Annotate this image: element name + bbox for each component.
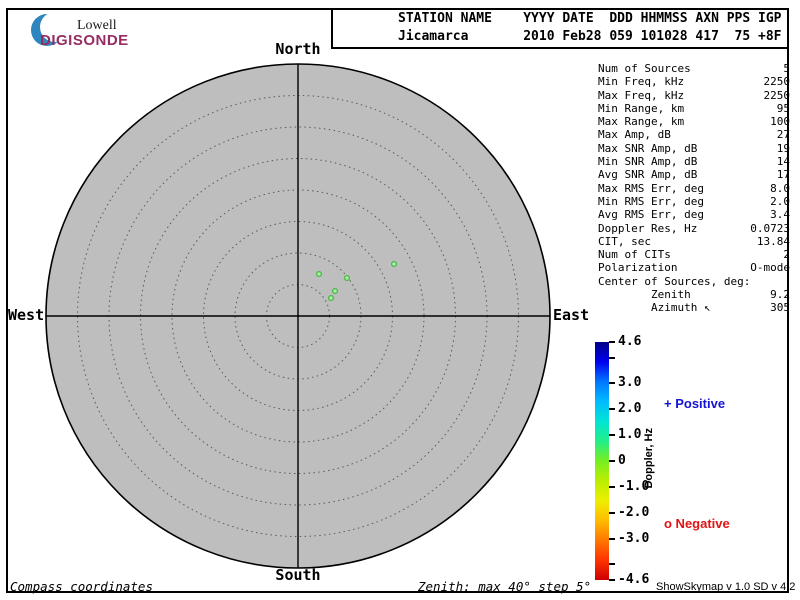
footer-coordinates: Compass coordinates xyxy=(10,579,153,594)
stat-label: Max SNR Amp, dB xyxy=(598,141,698,155)
stat-label: Doppler Res, Hz xyxy=(598,221,698,235)
colorbar-title: Doppler, Hz xyxy=(643,428,655,489)
compass-label-north: North xyxy=(275,40,321,58)
stat-row: Center of Sources, deg: xyxy=(598,275,790,288)
stat-label: Avg RMS Err, deg xyxy=(598,208,704,222)
stat-value: 17 xyxy=(776,168,790,182)
stat-value: 100 xyxy=(770,115,790,129)
stat-row: Min Freq, kHz 2250 xyxy=(598,75,790,88)
stat-row: Doppler Res, Hz 0.0723 xyxy=(598,222,790,235)
colorbar-tick xyxy=(609,434,615,437)
stat-value: 5 xyxy=(783,62,790,75)
legend-positive: + Positive xyxy=(664,396,726,411)
source-point xyxy=(343,274,351,282)
colorbar-tick xyxy=(609,341,615,343)
colorbar-tick-label: -2.0 xyxy=(618,504,650,520)
footer-version: ShowSkymap v 1.0 SD v 4.2 xyxy=(656,581,796,593)
stat-value: 305 xyxy=(770,301,790,315)
stat-value: 9.2 xyxy=(770,288,790,302)
colorbar-tick-label: 1.0 xyxy=(618,427,642,443)
footer-zenith-scale: Zenith: max 40° step 5° xyxy=(418,579,592,594)
stat-value: 19 xyxy=(776,141,790,155)
skymap-plot xyxy=(45,63,551,569)
stat-label: Num of Sources xyxy=(598,62,691,75)
compass-label-west: West xyxy=(8,306,45,324)
stat-value: 8.0 xyxy=(770,181,790,195)
stat-row: Polarization O-mode xyxy=(598,261,790,274)
stat-row: Zenith 9.2 xyxy=(598,288,790,301)
stat-row: Max RMS Err, deg 8.0 xyxy=(598,182,790,195)
colorbar-tick xyxy=(609,579,615,581)
colorbar-tick-label: 2.0 xyxy=(618,401,642,417)
stat-row: Azimuth ↖ 305 xyxy=(598,301,790,314)
stat-label: Avg SNR Amp, dB xyxy=(598,168,698,182)
stat-value: 2 xyxy=(783,248,790,262)
stat-value: 2250 xyxy=(763,88,791,102)
stat-label: CIT, sec xyxy=(598,234,651,248)
stat-label: Min RMS Err, deg xyxy=(598,194,704,208)
stat-label: Max Freq, kHz xyxy=(598,88,685,102)
colorbar-tick xyxy=(609,382,615,385)
stat-value: 2250 xyxy=(763,75,791,89)
stat-label: Azimuth ↖ xyxy=(598,301,711,315)
legend-negative: o Negative xyxy=(664,516,730,531)
stat-label: Num of CITs xyxy=(598,248,671,262)
stat-value: 27 xyxy=(776,128,790,142)
doppler-colorbar xyxy=(595,342,609,580)
stat-label: Center of Sources, deg: xyxy=(598,274,751,288)
stat-value: 2.0 xyxy=(770,194,790,208)
colorbar-tick xyxy=(609,511,615,514)
stat-value: 95 xyxy=(776,101,790,115)
colorbar-tick xyxy=(609,563,615,566)
stat-label: Polarization xyxy=(598,261,678,275)
colorbar-tick-label: 4.6 xyxy=(618,334,642,349)
stat-row: Max Range, km 100 xyxy=(598,115,790,128)
compass-label-east: East xyxy=(553,306,590,324)
stat-label: Min Range, km xyxy=(598,101,685,115)
stat-row: CIT, sec 13.84 xyxy=(598,235,790,248)
stat-value: O-mode xyxy=(750,261,790,275)
stat-label: Max Range, km xyxy=(598,115,685,129)
stat-label: Min SNR Amp, dB xyxy=(598,155,698,169)
stats-panel: Num of Sources 5 Min Freq, kHz 2250 Max Freq… xyxy=(598,62,790,315)
colorbar-tick-label: 3.0 xyxy=(618,375,642,391)
stat-row: Min SNR Amp, dB 14 xyxy=(598,155,790,168)
stat-value: 0.0723 xyxy=(750,221,790,235)
source-point xyxy=(390,260,398,268)
stat-row: Min RMS Err, deg 2.0 xyxy=(598,195,790,208)
colorbar-tick xyxy=(609,408,615,411)
stat-row: Avg SNR Amp, dB 17 xyxy=(598,168,790,181)
stat-label: Max Amp, dB xyxy=(598,128,671,142)
stat-row: Num of Sources 5 xyxy=(598,62,790,75)
colorbar-tick xyxy=(609,537,615,540)
stat-row: Max Freq, kHz 2250 xyxy=(598,89,790,102)
source-point xyxy=(331,287,339,295)
source-point xyxy=(315,270,323,278)
compass-label-south: South xyxy=(275,566,321,584)
stat-label: Max RMS Err, deg xyxy=(598,181,704,195)
stat-row: Max Amp, dB 27 xyxy=(598,128,790,141)
stat-label: Zenith xyxy=(598,288,691,302)
stat-label: Min Freq, kHz xyxy=(598,75,685,89)
colorbar-tick xyxy=(609,485,615,488)
colorbar-tick-label: -4.6 xyxy=(618,572,650,587)
stat-row: Max SNR Amp, dB 19 xyxy=(598,142,790,155)
source-point xyxy=(327,294,335,302)
stat-value: 14 xyxy=(776,155,790,169)
colorbar-tick-label: -3.0 xyxy=(618,530,650,546)
stat-row: Num of CITs 2 xyxy=(598,248,790,261)
colorbar-tick xyxy=(609,460,615,462)
stat-row: Min Range, km 95 xyxy=(598,102,790,115)
stat-row: Avg RMS Err, deg 3.4 xyxy=(598,208,790,221)
colorbar-tick xyxy=(609,356,615,359)
stat-value: 13.84 xyxy=(756,234,790,248)
colorbar-tick-label: 0 xyxy=(618,453,626,468)
stat-value: 3.4 xyxy=(770,208,790,222)
